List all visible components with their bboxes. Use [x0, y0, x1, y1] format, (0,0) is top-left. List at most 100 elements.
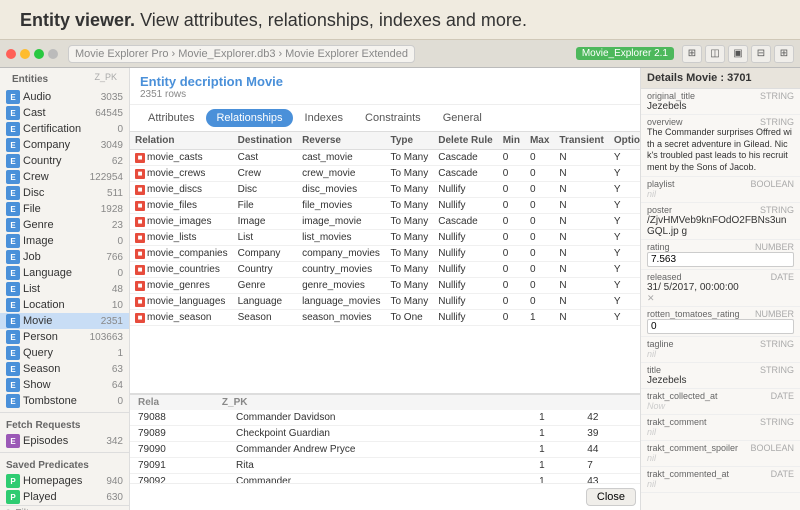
- entity-icon: E: [6, 330, 20, 344]
- cell-7: N: [554, 230, 608, 246]
- sidebar-item-season[interactable]: E Season 63: [0, 361, 129, 377]
- table-row[interactable]: ■movie_imagesImageimage_movieTo ManyCasc…: [130, 214, 640, 230]
- sidebar-item-show[interactable]: E Show 64: [0, 377, 129, 393]
- table-row[interactable]: ■movie_listsListlist_moviesTo ManyNullif…: [130, 230, 640, 246]
- cell-8: Y: [609, 262, 640, 278]
- maximize-dot[interactable]: [34, 49, 44, 59]
- filter-icon[interactable]: ⊞: [682, 45, 702, 63]
- field-empty-trakt_collected_at: Now: [647, 401, 665, 411]
- cell-2: list_movies: [297, 230, 385, 246]
- field-label-trakt_commented_at: trakt_commented_at DATE: [647, 469, 794, 479]
- sidebar-item-name: Genre: [23, 219, 110, 231]
- layout2-icon[interactable]: ▣: [728, 45, 748, 63]
- sidebar-item-image[interactable]: E Image 0: [0, 233, 129, 249]
- cell-6: 0: [525, 150, 554, 166]
- sidebar-item-genre[interactable]: E Genre 23: [0, 217, 129, 233]
- sidebar-item-audio[interactable]: E Audio 3035: [0, 89, 129, 105]
- field-input-rating[interactable]: [647, 252, 794, 267]
- sidebar-item-movie[interactable]: E Movie 2351: [0, 313, 129, 329]
- tab-indexes[interactable]: Indexes: [295, 109, 354, 127]
- table-row[interactable]: ■movie_languagesLanguagelanguage_moviesT…: [130, 294, 640, 310]
- sidebar-item-crew[interactable]: E Crew 122954: [0, 169, 129, 185]
- entity-icon: E: [6, 234, 20, 248]
- record-row[interactable]: 79089Checkpoint Guardian139: [130, 426, 640, 442]
- col-header-relation: Relation: [130, 132, 233, 150]
- sidebar-item-tombstone[interactable]: E Tombstone 0: [0, 393, 129, 409]
- layout3-icon[interactable]: ⊟: [751, 45, 771, 63]
- record-row[interactable]: 79090Commander Andrew Pryce144: [130, 442, 640, 458]
- sidebar-item-file[interactable]: E File 1928: [0, 201, 129, 217]
- table-row[interactable]: ■movie_seasonSeasonseason_moviesTo OneNu…: [130, 310, 640, 326]
- sidebar-item-job[interactable]: E Job 766: [0, 249, 129, 265]
- tab-constraints[interactable]: Constraints: [355, 109, 431, 127]
- close-button[interactable]: Close: [586, 488, 636, 506]
- table-row[interactable]: ■movie_companiesCompanycompany_moviesTo …: [130, 246, 640, 262]
- cell-4: Nullify: [433, 262, 497, 278]
- extra-dot[interactable]: [48, 49, 58, 59]
- breadcrumb-tab[interactable]: Movie Explorer Extended: [285, 48, 408, 60]
- breadcrumb-sep1: ›: [172, 48, 176, 60]
- sidebar-item-name: Certification: [23, 123, 115, 135]
- field-input-rotten_tomatoes_rating[interactable]: [647, 319, 794, 334]
- record-row[interactable]: 79092Commander143: [130, 474, 640, 484]
- right-field-poster: poster STRING /ZjvHMVeb9knFOdO2FBNs3unGQ…: [641, 203, 800, 240]
- entity-icon: E: [6, 362, 20, 376]
- record-row[interactable]: 79091Rita17: [130, 458, 640, 474]
- table-row[interactable]: ■movie_filesFilefile_moviesTo ManyNullif…: [130, 198, 640, 214]
- table-row[interactable]: ■movie_genresGenregenre_moviesTo ManyNul…: [130, 278, 640, 294]
- sidebar-item-company[interactable]: E Company 3049: [0, 137, 129, 153]
- tab-attributes[interactable]: Attributes: [138, 109, 204, 127]
- table-row[interactable]: ■movie_crewsCrewcrew_movieTo ManyCascade…: [130, 166, 640, 182]
- sidebar-item-certification[interactable]: E Certification 0: [0, 121, 129, 137]
- sidebar-item-list[interactable]: E List 48: [0, 281, 129, 297]
- sidebar-item-played[interactable]: P Played 630: [0, 489, 129, 505]
- layout4-icon[interactable]: ⊞: [774, 45, 794, 63]
- cell-3: To Many: [385, 246, 433, 262]
- cell-2: crew_movie: [297, 166, 385, 182]
- record-cell-2: 1: [531, 474, 579, 484]
- sidebar-item-homepages[interactable]: P Homepages 940: [0, 473, 129, 489]
- records-section-label: Rela: [138, 397, 159, 408]
- window-controls: [6, 49, 58, 59]
- cell-8: Y: [609, 182, 640, 198]
- cell-0: ■movie_images: [130, 214, 233, 230]
- cell-7: N: [554, 278, 608, 294]
- tab-relationships[interactable]: Relationships: [206, 109, 292, 127]
- sidebar-item-count: 3049: [101, 140, 123, 151]
- table-row[interactable]: ■movie_castsCastcast_movieTo ManyCascade…: [130, 150, 640, 166]
- sidebar-item-disc[interactable]: E Disc 511: [0, 185, 129, 201]
- layout1-icon[interactable]: ◫: [705, 45, 725, 63]
- sidebar-item-language[interactable]: E Language 0: [0, 265, 129, 281]
- table-row[interactable]: ■movie_countriesCountrycountry_moviesTo …: [130, 262, 640, 278]
- breadcrumb-app[interactable]: Movie Explorer Pro: [75, 48, 169, 60]
- cell-2: language_movies: [297, 294, 385, 310]
- sidebar-item-person[interactable]: E Person 103663: [0, 329, 129, 345]
- field-label-overview: overview STRING: [647, 117, 794, 127]
- sidebar-item-count: 0: [117, 236, 123, 247]
- cell-0: ■movie_discs: [130, 182, 233, 198]
- breadcrumb-db[interactable]: Movie_Explorer.db3: [178, 48, 275, 60]
- active-tab-badge[interactable]: Movie_Explorer 2.1: [576, 47, 674, 60]
- cell-5: 0: [498, 150, 525, 166]
- sidebar-item-location[interactable]: E Location 10: [0, 297, 129, 313]
- close-dot[interactable]: [6, 49, 16, 59]
- clear-date-icon[interactable]: ✕: [647, 293, 655, 303]
- sidebar-item-query[interactable]: E Query 1: [0, 345, 129, 361]
- cell-6: 1: [525, 310, 554, 326]
- sidebar-item-episodes[interactable]: E Episodes 342: [0, 433, 129, 449]
- record-row[interactable]: 79088Commander Davidson142: [130, 410, 640, 426]
- sidebar-item-country[interactable]: E Country 62: [0, 153, 129, 169]
- col-header-min: Min: [498, 132, 525, 150]
- sidebar-item-cast[interactable]: E Cast 64545: [0, 105, 129, 121]
- cell-0: ■movie_files: [130, 198, 233, 214]
- table-row[interactable]: ■movie_discsDiscdisc_moviesTo ManyNullif…: [130, 182, 640, 198]
- cell-4: Nullify: [433, 294, 497, 310]
- minimize-dot[interactable]: [20, 49, 30, 59]
- cell-0: ■movie_casts: [130, 150, 233, 166]
- cell-3: To Many: [385, 150, 433, 166]
- sidebar-item-count: 0: [117, 124, 123, 135]
- sidebar-item-count: 48: [112, 284, 123, 295]
- cell-7: N: [554, 310, 608, 326]
- tab-general[interactable]: General: [433, 109, 492, 127]
- record-cell-1: Checkpoint Guardian: [228, 426, 531, 442]
